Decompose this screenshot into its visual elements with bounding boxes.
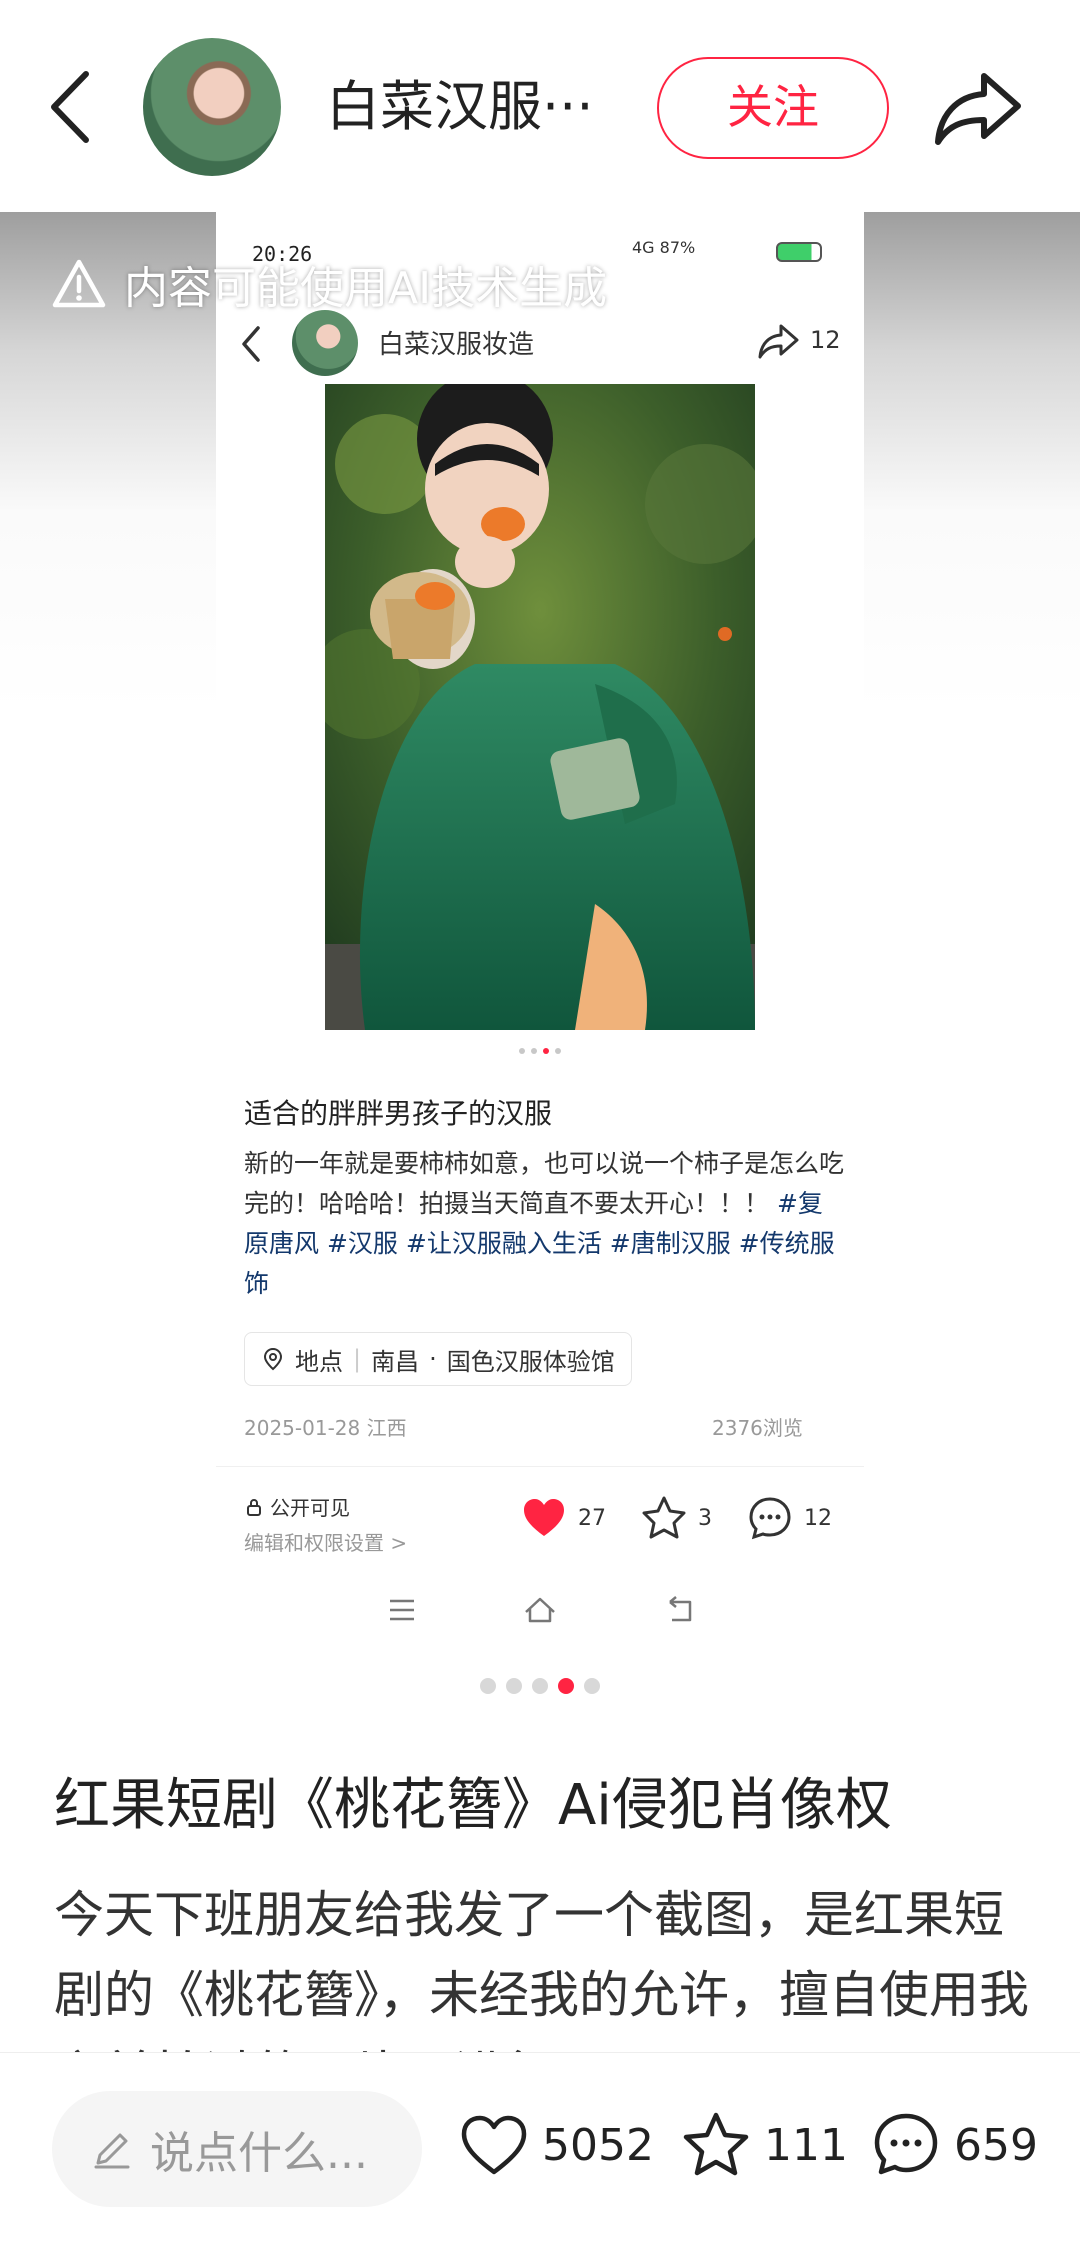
home-icon bbox=[525, 1597, 555, 1623]
heart-icon bbox=[524, 1499, 564, 1536]
embedded-carousel-dots bbox=[0, 1048, 1080, 1058]
embedded-action-bar: 27 3 12 bbox=[520, 1494, 866, 1542]
post-body: 今天下班朋友给我发了一个截图，是红果短剧的《桃花簪》，未经我的允许，擅自使用我之… bbox=[54, 1886, 1029, 2065]
star-icon bbox=[683, 2112, 749, 2176]
back-button[interactable] bbox=[40, 62, 110, 152]
carousel-dot-active bbox=[543, 1048, 549, 1054]
collect-button[interactable]: 111 bbox=[680, 2109, 848, 2181]
carousel-dot-active bbox=[558, 1678, 574, 1694]
embedded-avatar bbox=[292, 310, 358, 376]
embedded-collect: 3 bbox=[640, 1494, 712, 1542]
comment-icon bbox=[874, 2113, 938, 2175]
privacy-setting: 公开可见 编辑和权限设置 > bbox=[244, 1492, 407, 1556]
carousel-indicator bbox=[0, 1678, 1080, 1698]
collect-count: 111 bbox=[764, 2119, 848, 2171]
share-icon bbox=[758, 324, 799, 359]
embedded-system-navbar bbox=[216, 1580, 864, 1640]
embedded-like-count: 27 bbox=[578, 1505, 606, 1531]
embedded-share-count: 12 bbox=[810, 326, 841, 354]
embedded-post-body: 新的一年就是要柿柿如意，也可以说一个柿子是怎么吃完的！哈哈哈！拍摄当天简直不要太… bbox=[244, 1144, 844, 1304]
hanfu-photo-illustration bbox=[325, 384, 755, 1030]
embedded-view-count: 2376浏览 bbox=[712, 1416, 803, 1440]
follow-button[interactable]: 关注 bbox=[657, 57, 889, 159]
author-avatar[interactable] bbox=[143, 38, 281, 176]
warning-icon bbox=[52, 259, 106, 308]
post-title: 红果短剧《桃花簪》Ai侵犯肖像权 bbox=[54, 1773, 892, 1838]
heart-icon bbox=[461, 2115, 527, 2175]
post-image-carousel[interactable]: 20:26 4G 87% 内容可能使用AI技术生成 白菜汉服妆造 12 适合的胖… bbox=[0, 212, 1080, 1712]
hanfu-photo bbox=[325, 384, 755, 1030]
share-button[interactable] bbox=[932, 66, 1024, 150]
location-city: 南昌 bbox=[371, 1347, 420, 1376]
carousel-dot bbox=[531, 1048, 537, 1054]
carousel-dot bbox=[584, 1678, 600, 1694]
carousel-dot bbox=[555, 1048, 561, 1054]
embedded-post-date: 2025-01-28 江西 bbox=[244, 1416, 407, 1440]
location-chip: 地点 | 南昌 · 国色汉服体验馆 bbox=[244, 1332, 632, 1386]
hashtag: #唐制汉服 bbox=[609, 1229, 731, 1258]
embedded-body-text: 新的一年就是要柿柿如意，也可以说一个柿子是怎么吃完的！哈哈哈！拍摄当天简直不要太… bbox=[244, 1149, 845, 1218]
battery-icon bbox=[776, 242, 822, 262]
separator: | bbox=[353, 1345, 362, 1373]
embedded-comment: 12 bbox=[746, 1494, 832, 1542]
carousel-dot bbox=[506, 1678, 522, 1694]
location-label: 地点 bbox=[295, 1347, 343, 1376]
comment-button[interactable]: 659 bbox=[870, 2109, 1038, 2181]
comment-count: 659 bbox=[954, 2119, 1038, 2171]
author-name[interactable]: 白菜汉服··· bbox=[326, 72, 626, 142]
embedded-header: 白菜汉服妆造 12 bbox=[236, 304, 848, 384]
location-place: 国色汉服体验馆 bbox=[446, 1347, 615, 1376]
like-count: 5052 bbox=[542, 2119, 654, 2171]
hashtag: #让汉服融入生活 bbox=[405, 1229, 602, 1258]
star-icon bbox=[642, 1496, 686, 1539]
share-icon bbox=[935, 73, 1021, 145]
menu-icon bbox=[390, 1599, 414, 1621]
back-icon bbox=[51, 71, 89, 143]
embedded-post-title: 适合的胖胖男孩子的汉服 bbox=[244, 1097, 553, 1130]
top-nav-bar: 白菜汉服··· 关注 bbox=[0, 0, 1080, 212]
comment-placeholder: 说点什么... bbox=[150, 2128, 368, 2179]
lock-icon bbox=[247, 1498, 261, 1516]
divider bbox=[216, 1466, 864, 1467]
pencil-icon bbox=[94, 2133, 130, 2169]
privacy-label: 公开可见 bbox=[270, 1496, 350, 1520]
back-icon bbox=[242, 326, 260, 362]
bottom-action-bar: 说点什么... 5052 111 659 bbox=[0, 2052, 1080, 2243]
carousel-dot bbox=[480, 1678, 496, 1694]
like-button[interactable]: 5052 bbox=[458, 2109, 654, 2181]
location-icon bbox=[263, 1347, 283, 1371]
separator: · bbox=[429, 1345, 437, 1373]
hashtag: #汉服 bbox=[326, 1229, 398, 1258]
status-icons: 4G 87% bbox=[632, 238, 696, 257]
privacy-edit-link: 编辑和权限设置 > bbox=[244, 1531, 408, 1555]
embedded-comment-count: 12 bbox=[804, 1505, 832, 1531]
embedded-like: 27 bbox=[520, 1494, 606, 1542]
carousel-dot bbox=[519, 1048, 525, 1054]
carousel-dot bbox=[532, 1678, 548, 1694]
embedded-collect-count: 3 bbox=[698, 1505, 712, 1531]
comment-input[interactable]: 说点什么... bbox=[52, 2091, 422, 2207]
embedded-author-name: 白菜汉服妆造 bbox=[378, 330, 535, 360]
comment-icon bbox=[749, 1497, 791, 1540]
return-icon bbox=[669, 1596, 692, 1622]
